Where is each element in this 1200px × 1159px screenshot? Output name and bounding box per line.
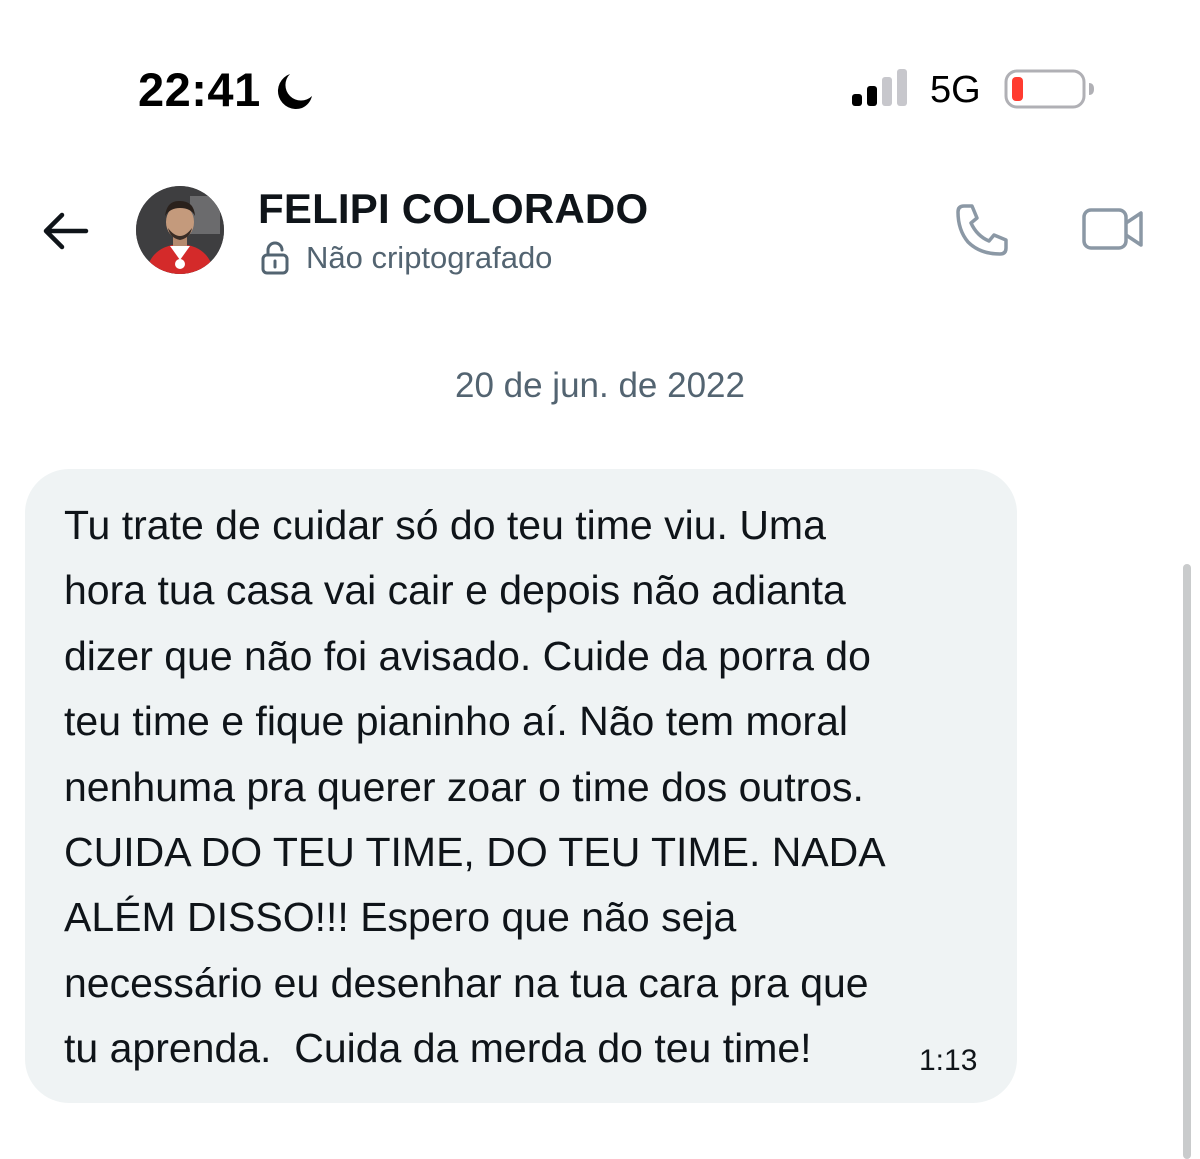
moon-icon [277, 74, 312, 110]
encryption-status[interactable]: Não criptografado [260, 238, 552, 278]
network-type: 5G [930, 69, 981, 111]
date-separator: 20 de jun. de 2022 [455, 366, 745, 405]
message-bubble[interactable]: Tu trate de cuidar só do teu time viu. U… [25, 469, 1017, 1103]
scrollbar[interactable] [1183, 564, 1191, 1159]
arrow-left-icon [43, 212, 89, 250]
message-timestamp: 1:13 [919, 1044, 978, 1077]
battery-low-icon [1004, 69, 1094, 109]
dm-conversation-screen: 22:41 5G FELIPI COLORADO Não criptografa… [0, 0, 1200, 1159]
contact-name[interactable]: FELIPI COLORADO [258, 184, 648, 234]
avatar[interactable] [136, 186, 224, 274]
encryption-label: Não criptografado [306, 240, 553, 275]
video-camera-icon [1082, 208, 1143, 250]
back-button[interactable] [34, 200, 96, 262]
unlock-icon [261, 241, 289, 275]
cellular-signal-icon [852, 69, 907, 106]
call-button[interactable] [950, 198, 1014, 262]
phone-icon [956, 204, 1008, 256]
video-call-button[interactable] [1080, 204, 1146, 254]
profile-photo [136, 186, 224, 274]
message-text: Tu trate de cuidar só do teu time viu. U… [64, 502, 886, 1072]
status-time: 22:41 [138, 63, 261, 116]
